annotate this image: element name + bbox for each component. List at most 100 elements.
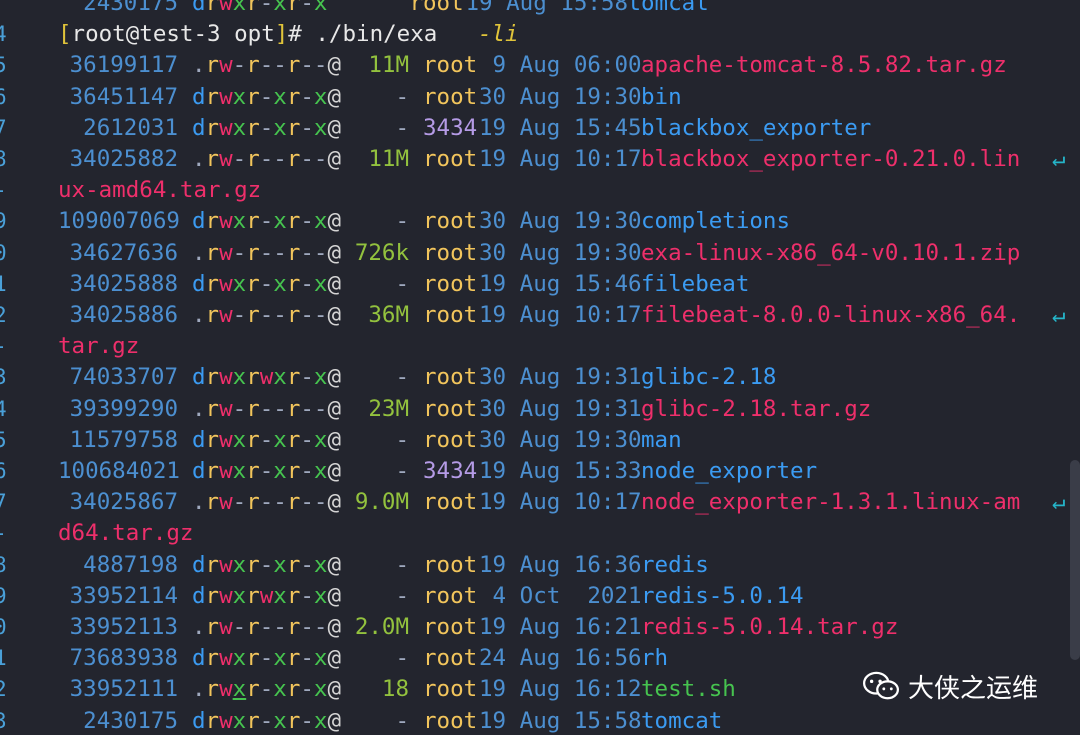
perm-char: - [313,52,328,79]
perm-char: r [246,582,260,609]
perm-char: @ [327,707,342,734]
line-number: 0 [0,240,7,265]
perm-char: r [246,52,260,79]
perm-char: r [205,395,220,422]
perm-char: x [313,551,328,578]
perm-char: - [232,52,247,79]
perm-char: r [286,489,301,516]
perm-char: r [286,146,301,172]
owner: root [423,52,478,79]
line-number: 6 [0,459,7,483]
watermark: 大侠之运维 [862,668,1038,704]
file-name: blackbox_exporter [641,114,872,141]
perm-char: - [273,239,287,266]
perm-char: w [219,395,233,422]
perm-char: x [232,645,247,672]
perm-char: r [205,489,220,516]
file-name-continued: ux-amd64.tar.gz [58,177,262,204]
file-size: - [395,458,410,484]
perm-char: - [259,426,274,453]
perm-char: x [232,458,247,484]
line-number: 2 [0,677,7,702]
perm-char: d [192,364,206,391]
line-wrap-icon: ↵ [1052,146,1066,172]
perm-char: r [286,582,301,609]
line-wrap-icon: ↵ [1052,302,1066,328]
file-name: apache-tomcat-8.5.82.tar.gz [641,52,1007,79]
line-content: 73683938 drwxr-xr-x@ - root24 Aug 16:56rh [58,643,668,674]
line-content: 11579758 drwxr-xr-x@ - root30 Aug 19:30man [58,425,682,456]
perm-char: - [259,458,274,484]
owner: root [423,645,478,672]
owner: root [423,364,478,391]
line-content: 39399290 .rw-r--r--@ 23M root30 Aug 19:31gl… [58,394,872,425]
perm-char: r [286,83,301,110]
perm-char: - [232,239,247,266]
line-content: 34627636 .rw-r--r--@ 726k root30 Aug 19:30e… [58,238,1021,269]
permissions: drwxr-xr-x@ [192,269,341,300]
perm-char: - [300,146,314,172]
scrollbar[interactable] [1070,460,1080,660]
modified-date: 19 Aug 10:17 [479,146,642,172]
command: ./bin/exa [315,21,438,48]
line-content: 34025867 .rw-r--r--@ 9.0M root19 Aug 10:17n… [58,487,1021,518]
perm-char: d [192,582,206,609]
file-name: filebeat [641,270,750,297]
perm-char: r [205,364,220,391]
permissions: .rw-r--r--@ [192,487,341,518]
perm-char: - [313,239,328,266]
perm-char: d [192,426,206,453]
prompt-user-host: root@test-3 [71,21,221,48]
perm-char: x [232,83,247,110]
owner: 3434 [423,458,478,484]
perm-char: - [273,146,287,172]
line-number: 6 [0,84,7,109]
perm-char: . [192,52,206,79]
perm-char: - [300,614,314,640]
file-name: exa-linux-x86_64-v0.10.1.zip [641,239,1021,266]
perm-char: r [286,208,301,235]
perm-char: @ [327,270,342,297]
perm-char: w [219,364,233,391]
inode: 34025886 [69,302,178,328]
line-content: 34025886 .rw-r--r--@ 36M root19 Aug 10:17fi… [58,300,1021,331]
perm-char: - [259,0,274,16]
perm-char: x [313,83,328,110]
file-name: rh [641,645,669,672]
inode: 100684021 [58,458,180,484]
terminal-window[interactable]: 2430175 drwxr-xr-x root19 Aug 15:58tomcat 4… [0,0,1080,735]
permissions: drwxr-xr-x@ [192,643,341,674]
perm-char: - [300,364,314,391]
perm-char: x [273,551,287,578]
prompt-close-bracket: ] [274,21,289,48]
modified-date: 19 Aug 15:58 [465,0,629,16]
perm-char: @ [327,395,342,422]
perm-char: x [232,676,247,703]
perm-char: r [205,707,220,734]
perm-char: r [205,582,220,609]
owner: root [409,0,464,16]
file-size: - [395,645,410,672]
perm-char: r [205,208,220,235]
perm-char: - [273,489,287,516]
owner: root [423,489,478,516]
permissions: drwxr-xr-x@ [192,550,341,581]
perm-char: - [259,676,274,703]
perm-char: w [219,52,233,79]
inode: 34025867 [69,489,178,516]
prompt-symbol: # [288,21,302,48]
perm-char: w [219,302,233,328]
modified-date: 19 Aug 16:12 [479,676,642,703]
modified-date: 30 Aug 19:31 [479,395,642,422]
perm-char: x [232,114,247,141]
perm-char: d [192,0,206,16]
perm-char: r [246,645,260,672]
perm-char: x [313,707,328,734]
file-name: node_exporter-1.3.1.linux-am [641,489,1021,516]
perm-char: . [192,676,206,703]
perm-char: r [205,676,220,703]
perm-char: r [246,426,260,453]
perm-char: @ [327,83,342,110]
perm-char: x [273,707,287,734]
owner: root [423,614,478,640]
